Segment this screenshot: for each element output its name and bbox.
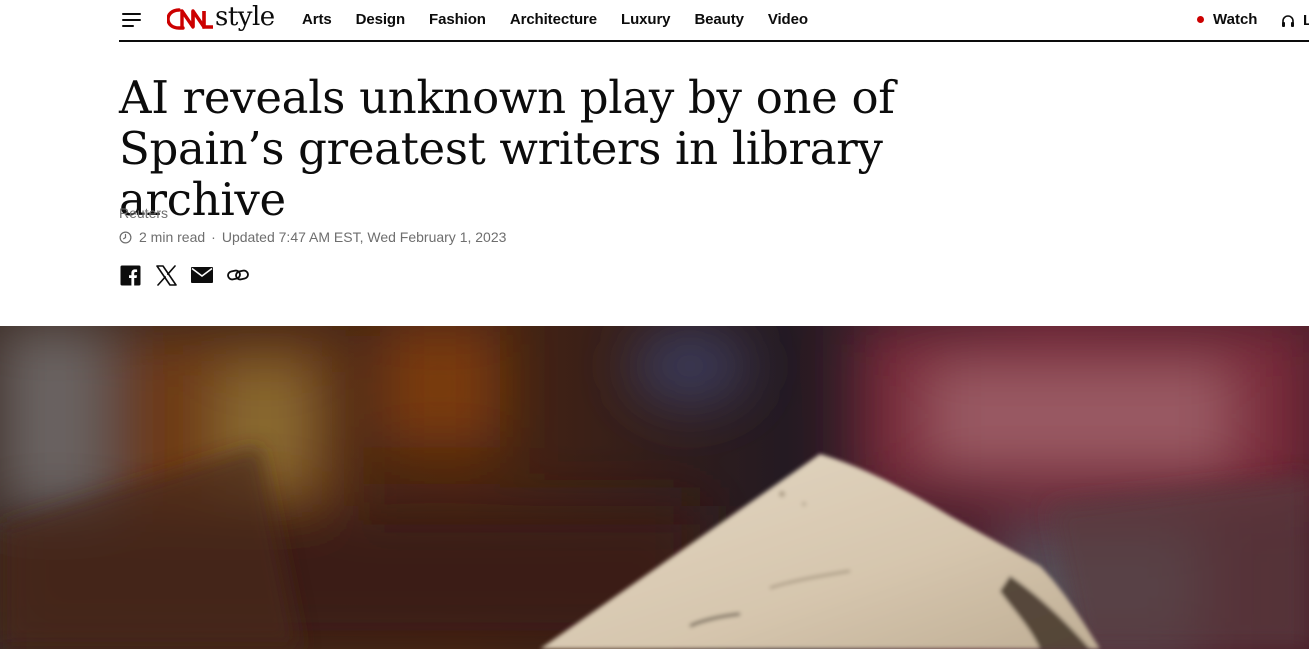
section-nav: Arts Design Fashion Architecture Luxury …: [302, 11, 832, 28]
cnn-logo-icon: [167, 8, 213, 30]
hero-photo: [0, 326, 1309, 649]
nav-beauty[interactable]: Beauty: [694, 11, 744, 28]
nav-architecture[interactable]: Architecture: [510, 11, 597, 28]
article-headline: AI reveals unknown play by one of Spain’…: [119, 71, 895, 226]
cnn-style-logo[interactable]: style: [167, 2, 275, 36]
top-navigation: style Arts Design Fashion Architecture L…: [119, 0, 1309, 42]
watch-button[interactable]: Watch: [1197, 11, 1257, 28]
listen-button[interactable]: L: [1281, 12, 1309, 29]
watch-label: Watch: [1213, 11, 1258, 28]
logo-style-text: style: [215, 2, 275, 32]
nav-video[interactable]: Video: [768, 11, 808, 28]
x-icon[interactable]: [155, 264, 177, 286]
nav-design[interactable]: Design: [356, 11, 406, 28]
facebook-icon[interactable]: [119, 264, 141, 286]
link-icon[interactable]: [227, 264, 249, 286]
share-bar: [119, 264, 249, 286]
article-source[interactable]: Reuters: [119, 205, 168, 221]
headphones-icon: [1282, 14, 1294, 27]
nav-fashion[interactable]: Fashion: [429, 11, 486, 28]
nav-arts[interactable]: Arts: [302, 11, 332, 28]
nav-luxury[interactable]: Luxury: [621, 11, 671, 28]
live-dot-icon: [1197, 16, 1204, 23]
hamburger-menu-icon[interactable]: [122, 12, 141, 27]
updated-timestamp: Updated 7:47 AM EST, Wed February 1, 202…: [221, 229, 507, 245]
article-meta: 2 min read · Updated 7:47 AM EST, Wed Fe…: [119, 229, 506, 245]
read-time: 2 min read: [139, 229, 206, 245]
meta-separator: ·: [211, 229, 216, 245]
hero-image[interactable]: [0, 326, 1309, 649]
clock-icon: [119, 231, 132, 243]
listen-label: L: [1303, 12, 1309, 29]
email-icon[interactable]: [191, 264, 213, 286]
